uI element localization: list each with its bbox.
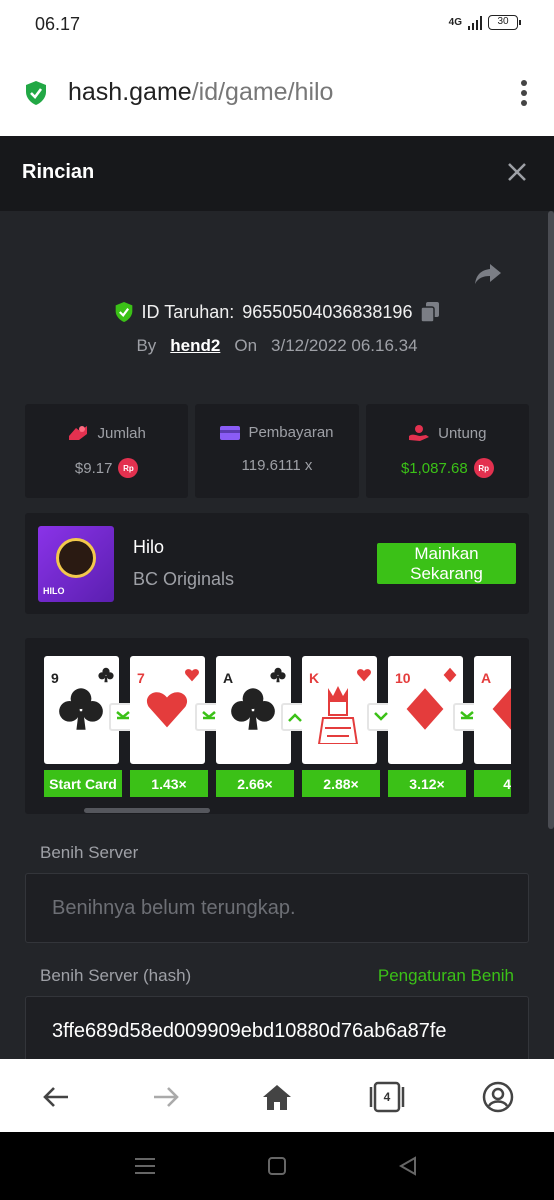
card-multiplier: 3.12×: [388, 770, 466, 797]
clubs-icon: [59, 688, 103, 730]
card-rank: 9: [51, 670, 59, 686]
back-button-icon[interactable]: [398, 1156, 418, 1176]
by-label: By: [136, 336, 157, 355]
battery-icon: 30: [488, 15, 521, 30]
seed-settings-link[interactable]: Pengaturan Benih: [378, 966, 514, 986]
clubs-icon: [270, 667, 286, 683]
username-link[interactable]: hend2: [170, 336, 220, 356]
recent-apps-icon[interactable]: [134, 1156, 156, 1176]
stat-amount-label: Jumlah: [97, 424, 146, 442]
url-path: /id/game/hilo: [191, 78, 334, 106]
cards-history-panel: 9 Start Card 7 1.43× A 2.66× K 2.88× 10 …: [25, 638, 529, 814]
card-multiplier: 4.0: [474, 770, 511, 797]
status-bar: 06.17 4G 30: [0, 0, 554, 50]
tabs-icon[interactable]: 4: [367, 1077, 407, 1117]
system-nav-bar: [0, 1132, 554, 1200]
stat-amount: Jumlah $9.17 Rp: [25, 404, 189, 498]
card-multiplier: Start Card: [44, 770, 122, 797]
bet-id-value: 96550504036838196: [242, 301, 413, 322]
status-time: 06.17: [35, 14, 81, 34]
network-label: 4G: [448, 17, 462, 28]
tabs-count: 4: [383, 1090, 391, 1104]
profit-hand-icon: [409, 425, 430, 441]
stat-profit-value: $1,087.68: [400, 459, 468, 477]
game-thumbnail[interactable]: HILO: [38, 526, 114, 602]
forward-icon[interactable]: [146, 1077, 186, 1117]
play-now-button[interactable]: Mainkan Sekarang: [377, 543, 516, 584]
mascot-icon: [56, 538, 96, 578]
diamonds-icon: [492, 688, 511, 730]
url-text[interactable]: hash.game/id/game/hilo: [68, 78, 333, 107]
modal-header: Rincian: [0, 136, 554, 211]
bet-details-modal: Rincian ID Taruhan: 96550504036838196 By…: [0, 136, 554, 1059]
server-seed-input[interactable]: [26, 874, 528, 942]
signal-icon: [468, 15, 482, 30]
server-hash-label: Benih Server (hash): [40, 966, 192, 985]
browser-url-bar[interactable]: hash.game/id/game/hilo: [0, 50, 554, 136]
close-icon[interactable]: [506, 161, 528, 183]
playing-card: A: [216, 656, 291, 764]
card-rank: 10: [395, 670, 411, 686]
shield-check-icon: [115, 302, 132, 322]
hearts-icon: [185, 669, 199, 682]
stat-profit-label: Untung: [438, 424, 487, 442]
modal-title: Rincian: [22, 161, 95, 183]
home-button-icon[interactable]: [267, 1156, 287, 1176]
bet-datetime: 3/12/2022 06.16.34: [271, 336, 418, 355]
cards-row[interactable]: 9 Start Card 7 1.43× A 2.66× K 2.88× 10 …: [44, 656, 511, 798]
bet-stats: Jumlah $9.17 Rp Pembayaran 119.6111 x Un…: [25, 404, 529, 498]
hearts-icon: [357, 669, 371, 682]
account-icon[interactable]: [478, 1077, 518, 1117]
king-figure-icon: [317, 686, 359, 744]
back-icon[interactable]: [36, 1077, 76, 1117]
horizontal-scrollbar[interactable]: [84, 808, 210, 813]
card-multiplier: 1.43×: [130, 770, 208, 797]
card-multiplier: 2.66×: [216, 770, 294, 797]
game-card: HILO Hilo BC Originals Mainkan Sekarang: [25, 513, 529, 614]
clubs-icon: [98, 667, 114, 683]
playing-card: 7: [130, 656, 205, 764]
server-hash-field[interactable]: [25, 996, 529, 1059]
hearts-icon: [146, 692, 188, 728]
bet-id-label: ID Taruhan:: [141, 301, 235, 322]
card-multiplier: 2.88×: [302, 770, 380, 797]
bet-amount-icon: [69, 426, 88, 440]
card-rank: A: [223, 670, 234, 686]
shield-check-icon: [26, 81, 46, 105]
copy-icon[interactable]: [420, 301, 440, 323]
bet-id-row: ID Taruhan: 96550504036838196: [0, 301, 554, 323]
url-host: hash.game: [68, 78, 192, 106]
game-name: Hilo: [133, 537, 165, 557]
diamonds-icon: [443, 667, 457, 683]
playing-card: 10: [388, 656, 463, 764]
server-seed-field[interactable]: [25, 873, 529, 943]
home-icon[interactable]: [257, 1077, 297, 1117]
stat-profit: Untung $1,087.68 Rp: [365, 404, 529, 498]
wallet-icon: [220, 425, 241, 440]
server-hash-input[interactable]: [26, 997, 528, 1059]
bet-byline: By hend2 On 3/12/2022 06.16.34: [0, 336, 554, 356]
stat-payout: Pembayaran 119.6111 x: [195, 404, 359, 498]
currency-rp-icon: Rp: [118, 458, 139, 478]
game-provider: BC Originals: [133, 569, 235, 589]
status-icons: 4G 30: [448, 15, 521, 30]
clubs-icon: [231, 688, 275, 730]
card-rank: A: [481, 670, 492, 686]
share-icon[interactable]: [474, 262, 502, 286]
stat-amount-value: $9.17: [74, 459, 113, 477]
currency-rp-icon: Rp: [473, 458, 494, 478]
game-thumb-label: HILO: [43, 586, 65, 596]
playing-card: 9: [44, 656, 119, 764]
browser-bottom-nav: 4: [0, 1059, 554, 1132]
diamonds-icon: [406, 688, 444, 730]
playing-card: K: [302, 656, 377, 764]
more-menu-icon[interactable]: [520, 80, 528, 106]
card-rank: 7: [137, 670, 145, 686]
stat-payout-label: Pembayaran: [248, 424, 334, 441]
playing-card: A: [474, 656, 511, 764]
stat-payout-value: 119.6111 x: [241, 457, 313, 474]
server-seed-label: Benih Server: [40, 843, 139, 862]
on-label: On: [234, 336, 258, 355]
